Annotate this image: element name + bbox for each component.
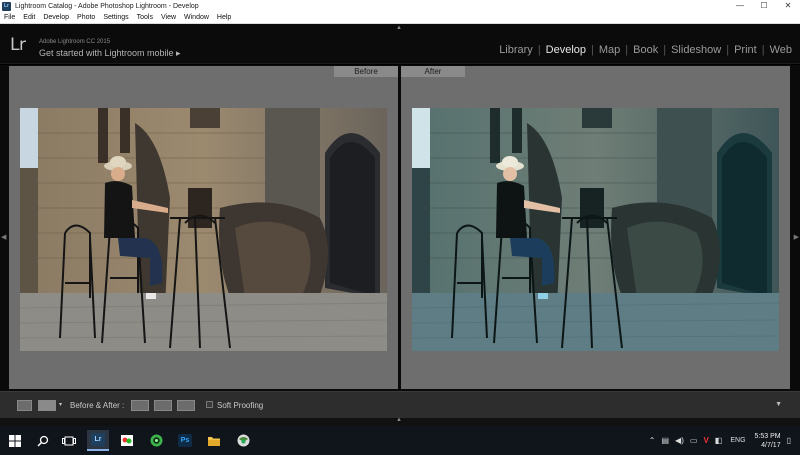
clock-time: 5:53 PM: [754, 432, 781, 440]
before-after-view-button[interactable]: [38, 400, 56, 411]
close-button[interactable]: ✕: [776, 0, 800, 12]
battery-icon[interactable]: ▭: [690, 436, 698, 445]
copy-before-to-after-button[interactable]: [131, 400, 149, 411]
notification-tray-icon[interactable]: ◧: [715, 436, 723, 445]
menu-window[interactable]: Window: [180, 14, 213, 21]
before-after-label: Before & After :: [70, 401, 125, 410]
copy-after-to-before-button[interactable]: [154, 400, 172, 411]
mobile-cta-link[interactable]: Get started with Lightroom mobile ▸: [39, 48, 181, 59]
after-pane: After: [401, 66, 790, 389]
before-photo[interactable]: [20, 108, 387, 351]
module-book[interactable]: Book: [633, 44, 658, 56]
tray-overflow-icon[interactable]: ⌃: [649, 436, 656, 445]
system-tray: ⌃ ▤ ◀) ▭ V ◧ ENG 5:53 PM 4/7/17 ▯: [646, 426, 794, 455]
module-separator: |: [537, 44, 541, 56]
window-controls: — ☐ ✕: [728, 0, 800, 12]
after-label: After: [401, 66, 465, 77]
soft-proofing-label: Soft Proofing: [217, 401, 264, 410]
module-separator: |: [625, 44, 629, 56]
before-label: Before: [334, 66, 398, 77]
right-panel-toggle-icon[interactable]: ▶: [794, 233, 799, 241]
menu-settings[interactable]: Settings: [99, 14, 132, 21]
menu-file[interactable]: File: [0, 14, 19, 21]
green-circle-app-icon[interactable]: [145, 430, 167, 451]
volume-icon[interactable]: ◀): [675, 436, 684, 445]
develop-toolbar: ▾ Before & After : Soft Proofing ▼: [0, 391, 800, 418]
browser-icon[interactable]: [232, 430, 254, 451]
menu-tools[interactable]: Tools: [133, 14, 157, 21]
window-title: Lightroom Catalog - Adobe Photoshop Ligh…: [15, 2, 199, 10]
menu-bar: File Edit Develop Photo Settings Tools V…: [0, 12, 800, 24]
antivirus-tray-icon[interactable]: V: [703, 436, 708, 445]
file-explorer-icon[interactable]: [203, 430, 225, 451]
photo-gallery-icon[interactable]: [116, 430, 138, 451]
module-separator: |: [761, 44, 765, 56]
task-view-icon[interactable]: [58, 430, 80, 451]
module-separator: |: [726, 44, 730, 56]
module-slideshow[interactable]: Slideshow: [671, 44, 721, 56]
toolbar-content-dropdown-icon[interactable]: ▼: [775, 401, 782, 408]
before-after-view: ◀ ▶ Before After: [0, 65, 800, 391]
module-separator: |: [663, 44, 667, 56]
menu-photo[interactable]: Photo: [73, 14, 99, 21]
module-print[interactable]: Print: [734, 44, 757, 56]
lightroom-window-icon: Lr: [2, 1, 11, 11]
minimize-button[interactable]: —: [728, 0, 752, 12]
input-language[interactable]: ENG: [730, 437, 745, 444]
menu-edit[interactable]: Edit: [19, 14, 39, 21]
network-icon[interactable]: ▤: [661, 436, 669, 445]
clock[interactable]: 5:53 PM 4/7/17: [755, 432, 781, 450]
lightroom-logo: Lr: [10, 35, 26, 55]
top-panel-toggle-icon[interactable]: ▲: [396, 25, 402, 31]
edition-label: Adobe Lightroom CC 2015: [39, 39, 111, 45]
windows-taskbar: Lr Ps ⌃ ▤ ◀) ▭ V ◧ ENG 5:53 PM 4/7/17 ▯: [0, 426, 800, 455]
clock-date: 4/7/17: [761, 441, 781, 449]
module-library[interactable]: Library: [499, 44, 533, 56]
photoshop-app-icon[interactable]: Ps: [174, 430, 196, 451]
action-center-icon[interactable]: ▯: [787, 436, 791, 445]
view-mode-dropdown-icon[interactable]: ▾: [59, 401, 62, 408]
module-web[interactable]: Web: [770, 44, 792, 56]
identity-bar: ▲ Lr Adobe Lightroom CC 2015 Get started…: [0, 24, 800, 64]
filmstrip-toggle-icon[interactable]: ▲: [396, 417, 402, 423]
lightroom-app-icon[interactable]: Lr: [87, 430, 109, 451]
filmstrip-edge: ▲: [0, 417, 800, 426]
search-icon[interactable]: [32, 430, 54, 451]
after-photo[interactable]: [412, 108, 779, 351]
module-picker: Library | Develop | Map | Book | Slidesh…: [499, 44, 792, 56]
window-title-bar: Lr Lightroom Catalog - Adobe Photoshop L…: [0, 0, 800, 12]
loupe-view-button[interactable]: [17, 400, 32, 411]
menu-develop[interactable]: Develop: [39, 14, 73, 21]
soft-proofing-checkbox[interactable]: [206, 401, 213, 408]
maximize-button[interactable]: ☐: [752, 0, 776, 12]
left-panel-toggle-icon[interactable]: ◀: [1, 233, 6, 241]
module-develop[interactable]: Develop: [546, 44, 586, 56]
menu-view[interactable]: View: [157, 14, 180, 21]
menu-help[interactable]: Help: [213, 14, 235, 21]
windows-start-icon[interactable]: [4, 430, 26, 451]
swap-before-after-button[interactable]: [177, 400, 195, 411]
module-separator: |: [591, 44, 594, 56]
module-map[interactable]: Map: [599, 44, 620, 56]
before-pane: Before: [9, 66, 398, 389]
